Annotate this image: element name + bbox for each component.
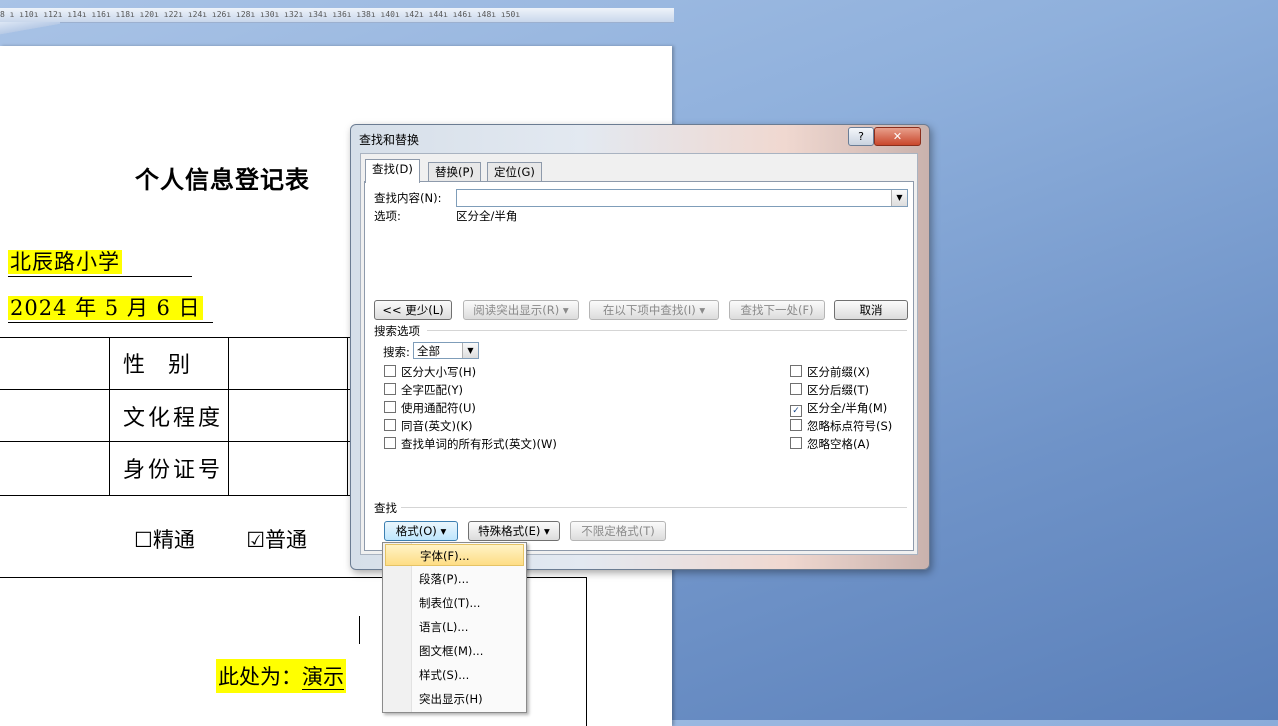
find-group-title: 查找 xyxy=(374,501,397,515)
menu-item-style[interactable]: 样式(S)... xyxy=(385,664,524,686)
close-button[interactable]: ✕ xyxy=(874,127,921,146)
checkmark-icon: ✓ xyxy=(790,405,802,417)
search-direction-select[interactable]: 全部 ▼ xyxy=(413,342,479,359)
group-divider xyxy=(401,507,907,508)
education-label: 文化程度 xyxy=(123,406,224,431)
checkbox-ignore-space[interactable]: 忽略空格(A) xyxy=(790,436,870,452)
document-title: 个人信息登记表 xyxy=(135,165,310,194)
tab-goto[interactable]: 定位(G) xyxy=(487,162,542,182)
menu-item-frame[interactable]: 图文框(M)... xyxy=(385,640,524,662)
option-label-proficient: 精通 xyxy=(152,528,195,552)
search-direction-label: 搜索: xyxy=(383,345,410,359)
chevron-down-icon[interactable]: ▼ xyxy=(891,190,907,206)
find-next-button[interactable]: 查找下一处(F) xyxy=(729,300,825,320)
table-border xyxy=(0,495,350,496)
checkbox-sounds-like[interactable]: 同音(英文)(K) xyxy=(384,418,473,434)
less-button[interactable]: << 更少(L) xyxy=(374,300,452,320)
format-button[interactable]: 格式(O) ▾ xyxy=(384,521,458,541)
text-cursor xyxy=(359,616,360,644)
checkbox-wildcards[interactable]: 使用通配符(U) xyxy=(384,400,476,416)
checkbox-match-prefix[interactable]: 区分前缀(X) xyxy=(790,364,870,380)
options-label: 选项: xyxy=(374,209,401,223)
search-direction-value: 全部 xyxy=(417,344,440,358)
menu-item-language[interactable]: 语言(L)... xyxy=(385,616,524,638)
menu-item-highlight[interactable]: 突出显示(H) xyxy=(385,688,524,710)
proficiency-options: ☐精通 ☑普通 xyxy=(134,524,307,554)
table-border xyxy=(0,389,350,390)
checkbox-ignore-punctuation[interactable]: 忽略标点符号(S) xyxy=(790,418,892,434)
find-what-input[interactable]: ▼ xyxy=(456,189,908,207)
format-menu: 字体(F)... 段落(P)... 制表位(T)... 语言(L)... 图文框… xyxy=(382,542,527,713)
table-border xyxy=(0,441,350,442)
option-box-normal[interactable]: ☑ xyxy=(246,528,265,552)
table-border xyxy=(586,577,587,726)
ruler-indent-marker[interactable] xyxy=(0,22,60,42)
id-number-label: 身份证号 xyxy=(123,458,224,483)
find-replace-dialog: 查找和替换 ? ✕ 查找(D) 替换(P) 定位(G) 查找内容(N): ▼ 选… xyxy=(350,124,930,570)
option-label-normal: 普通 xyxy=(265,528,308,552)
demo-text: 此处为：演示 xyxy=(216,659,346,693)
gender-label: 性 别 xyxy=(123,353,193,378)
chevron-down-icon[interactable]: ▼ xyxy=(462,343,478,358)
menu-item-font[interactable]: 字体(F)... xyxy=(385,544,524,566)
table-border xyxy=(0,337,350,338)
table-border xyxy=(109,337,110,495)
special-button[interactable]: 特殊格式(E) ▾ xyxy=(468,521,560,541)
help-button[interactable]: ? xyxy=(848,127,874,146)
cancel-button[interactable]: 取消 xyxy=(834,300,908,320)
find-panel: 查找内容(N): ▼ 选项: 区分全/半角 << 更少(L) 阅读突出显示(R)… xyxy=(364,181,914,551)
dialog-body: 查找(D) 替换(P) 定位(G) 查找内容(N): ▼ 选项: 区分全/半角 … xyxy=(360,153,918,555)
table-border xyxy=(347,337,348,495)
tab-find[interactable]: 查找(D) xyxy=(365,159,420,183)
find-what-label: 查找内容(N): xyxy=(374,191,442,205)
checkbox-match-case[interactable]: 区分大小写(H) xyxy=(384,364,476,380)
checkbox-whole-word[interactable]: 全字匹配(Y) xyxy=(384,382,463,398)
tab-replace[interactable]: 替换(P) xyxy=(428,162,481,182)
option-box-proficient[interactable]: ☐ xyxy=(134,528,153,552)
checkbox-match-suffix[interactable]: 区分后缀(T) xyxy=(790,382,869,398)
table-border xyxy=(228,337,229,495)
reading-highlight-button[interactable]: 阅读突出显示(R) ▾ xyxy=(463,300,579,320)
checkbox-width-sensitive[interactable]: ✓ 区分全/半角(M) xyxy=(790,400,887,417)
ruler-ticks: 8 ı ı10ı ı12ı ı14ı ı16ı ı18ı ı20ı ı22ı ı… xyxy=(0,10,521,19)
horizontal-ruler[interactable]: 8 ı ı10ı ı12ı ı14ı ı16ı ı18ı ı20ı ı22ı ı… xyxy=(0,8,674,23)
school-name: 北辰路小学 xyxy=(8,246,192,277)
dialog-title: 查找和替换 xyxy=(359,133,420,147)
menu-item-tabs[interactable]: 制表位(T)... xyxy=(385,592,524,614)
no-formatting-button[interactable]: 不限定格式(T) xyxy=(570,521,666,541)
search-options-title: 搜索选项 xyxy=(374,324,420,338)
date-text: 2024 年 5 月 6 日 xyxy=(8,292,213,323)
checkbox-all-word-forms[interactable]: 查找单词的所有形式(英文)(W) xyxy=(384,436,557,452)
group-divider xyxy=(427,330,907,331)
options-value: 区分全/半角 xyxy=(456,209,518,223)
menu-item-paragraph[interactable]: 段落(P)... xyxy=(385,568,524,590)
find-in-button[interactable]: 在以下项中查找(I) ▾ xyxy=(589,300,719,320)
